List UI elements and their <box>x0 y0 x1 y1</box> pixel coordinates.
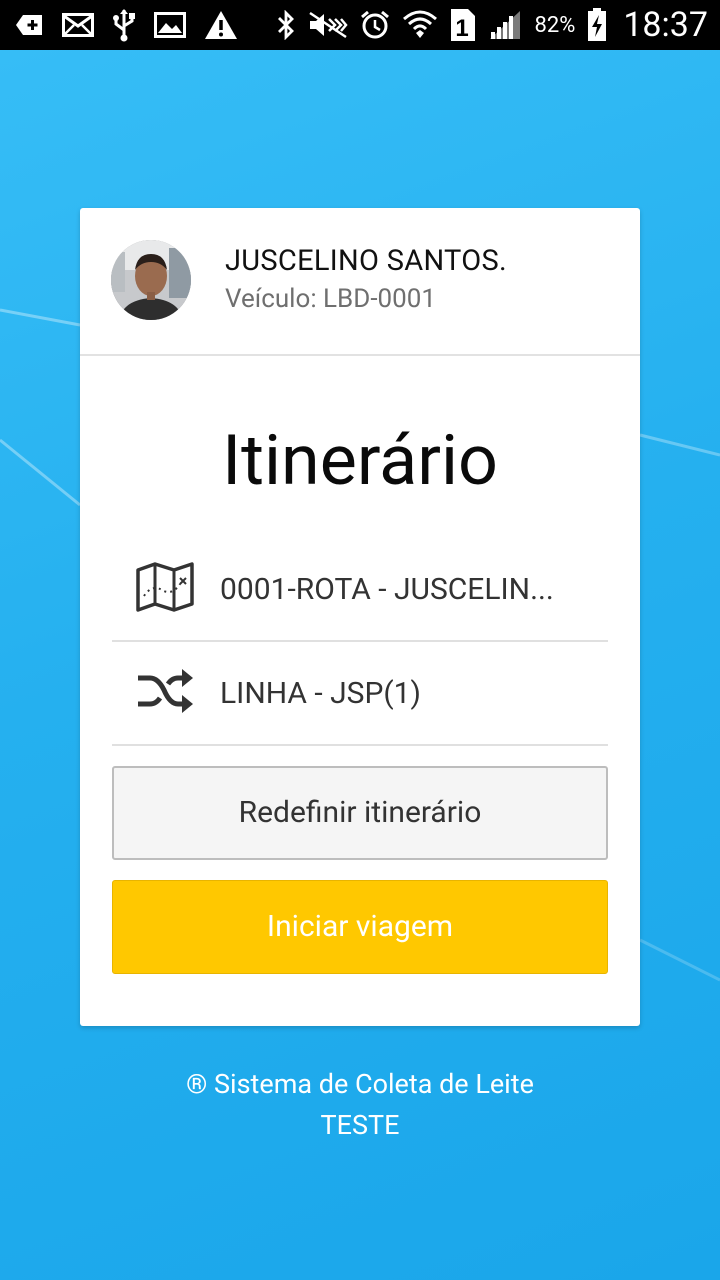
route-row[interactable]: 0001-ROTA - JUSCELIN... <box>112 538 608 642</box>
bluetooth-icon <box>276 10 296 40</box>
page-title: Itinerário <box>222 420 498 502</box>
route-label: 0001-ROTA - JUSCELIN... <box>220 572 554 607</box>
row-divider <box>112 744 608 746</box>
clock: 18:37 <box>623 5 708 45</box>
sim-slot-icon: 1 <box>450 8 476 42</box>
battery-percent: 82% <box>534 12 576 38</box>
add-icon <box>14 12 44 38</box>
usb-icon <box>112 8 136 42</box>
footer-environment: TESTE <box>320 1109 400 1141</box>
signal-icon <box>488 10 522 40</box>
footer: ® Sistema de Coleta de Leite TESTE <box>0 1064 720 1146</box>
battery-icon <box>587 8 607 42</box>
map-icon <box>136 562 194 618</box>
alarm-icon <box>360 10 390 40</box>
line-label: LINHA - JSP(1) <box>220 676 421 711</box>
wifi-icon <box>402 9 438 41</box>
footer-app-name: ® Sistema de Coleta de Leite <box>186 1068 534 1100</box>
user-name: JUSCELINO SANTOS. <box>225 244 507 278</box>
avatar[interactable] <box>111 240 191 320</box>
status-bar: 1 82% 18:37 <box>0 0 720 50</box>
warning-icon <box>204 10 238 40</box>
image-icon <box>154 12 186 38</box>
reset-itinerary-button[interactable]: Redefinir itinerário <box>112 766 608 860</box>
system-icons: 1 82% 18:37 <box>276 0 708 50</box>
start-trip-button[interactable]: Iniciar viagem <box>112 880 608 974</box>
line-row[interactable]: LINHA - JSP(1) <box>112 642 608 746</box>
header-divider <box>80 354 640 356</box>
mail-icon <box>62 13 94 37</box>
vehicle-plate: Veículo: LBD-0001 <box>225 284 436 314</box>
itinerary-card: JUSCELINO SANTOS. Veículo: LBD-0001 Itin… <box>80 208 640 1026</box>
notification-icons <box>14 0 238 50</box>
sim-slot-number: 1 <box>456 15 469 42</box>
shuffle-icon <box>136 666 194 722</box>
mute-icon <box>308 11 349 39</box>
